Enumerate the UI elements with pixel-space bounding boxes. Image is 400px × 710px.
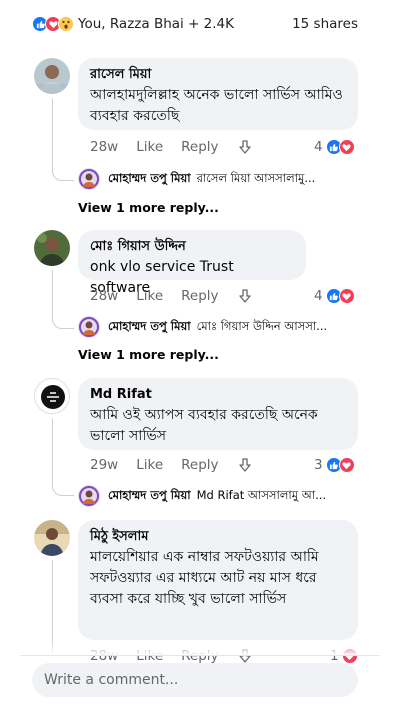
love-icon bbox=[338, 139, 355, 155]
comment-bubble: মোঃ গিয়াস উদ্দিন onk vlo service Trust … bbox=[78, 230, 306, 296]
comment-time[interactable]: 28w bbox=[90, 139, 118, 155]
comment-actions: 28w Like Reply bbox=[90, 288, 271, 304]
love-icon bbox=[338, 288, 355, 304]
thread-line bbox=[52, 165, 74, 181]
reply-preview[interactable]: মোহাম্মদ তপু মিয়া রাসেল মিয়া আসসালামু.… bbox=[78, 168, 368, 190]
avatar[interactable] bbox=[34, 520, 70, 556]
like-button[interactable]: Like bbox=[136, 139, 163, 155]
reactions-summary[interactable]: You, Razza Bhai + 2.4K bbox=[32, 16, 234, 32]
comment-author[interactable]: মোঃ গিয়াস উদ্দিন bbox=[90, 238, 294, 255]
reaction-icons bbox=[32, 16, 74, 32]
reply-author: মোহাম্মদ তপু মিয়া bbox=[108, 487, 191, 502]
view-more-replies-link[interactable]: View 1 more reply... bbox=[78, 200, 219, 215]
reply-preview[interactable]: মোহাম্মদ তপু মিয়া মোঃ গিয়াস উদ্দিন আসস… bbox=[78, 316, 368, 338]
comment-time[interactable]: 28w bbox=[90, 288, 118, 304]
share-icon[interactable] bbox=[237, 457, 253, 473]
comment-actions: 29w Like Reply bbox=[90, 457, 271, 473]
comment-text: মালয়েশিয়ার এক নাম্বার সফটওয়্যার আমি স… bbox=[90, 549, 319, 607]
reply-snippet: Md Rifat আসসালামু আ... bbox=[196, 487, 327, 502]
reply-button[interactable]: Reply bbox=[181, 457, 218, 473]
thread-line bbox=[52, 482, 74, 496]
share-icon[interactable] bbox=[237, 288, 253, 304]
avatar[interactable] bbox=[34, 230, 70, 266]
reply-button[interactable]: Reply bbox=[181, 139, 218, 155]
post-reactions-bar: You, Razza Bhai + 2.4K 15 shares bbox=[0, 0, 400, 48]
comment-text: আমি ওই অ্যাপস ব্যবহার করতেছি অনেক ভালো স… bbox=[90, 407, 318, 444]
comment-author[interactable]: Md Rifat bbox=[90, 386, 346, 403]
reply-author: মোহাম্মদ তপু মিয়া bbox=[108, 170, 191, 185]
reaction-count: 4 bbox=[314, 139, 323, 155]
view-more-replies-link[interactable]: View 1 more reply... bbox=[78, 347, 219, 362]
thread-line bbox=[52, 98, 53, 173]
avatar bbox=[78, 168, 100, 190]
comment-input[interactable]: Write a comment... bbox=[32, 663, 358, 697]
reaction-summary-text: You, Razza Bhai + 2.4K bbox=[78, 16, 235, 32]
comment-author[interactable]: মিঠু ইসলাম bbox=[90, 528, 346, 545]
composer-divider bbox=[20, 655, 380, 656]
avatar bbox=[78, 316, 100, 338]
comment-bubble: Md Rifat আমি ওই অ্যাপস ব্যবহার করতেছি অন… bbox=[78, 378, 358, 450]
reply-preview[interactable]: মোহাম্মদ তপু মিয়া Md Rifat আসসালামু আ..… bbox=[78, 485, 368, 507]
comment-author[interactable]: রাসেল মিয়া bbox=[90, 66, 346, 83]
comment-bubble: রাসেল মিয়া আলহামদুলিল্লাহ অনেক ভালো সার… bbox=[78, 58, 358, 130]
avatar[interactable] bbox=[34, 58, 70, 94]
avatar bbox=[78, 485, 100, 507]
comment-input-placeholder: Write a comment... bbox=[44, 672, 179, 688]
reaction-count: 3 bbox=[314, 457, 323, 473]
wow-icon bbox=[58, 16, 74, 32]
comment-time[interactable]: 29w bbox=[90, 457, 118, 473]
comment-bubble: মিঠু ইসলাম মালয়েশিয়ার এক নাম্বার সফটওয… bbox=[78, 520, 358, 640]
thread-line bbox=[52, 315, 74, 329]
scroll-fade bbox=[0, 640, 400, 656]
comment-reactions[interactable]: 4 bbox=[314, 139, 355, 155]
share-icon[interactable] bbox=[237, 139, 253, 155]
comment-reactions[interactable]: 4 bbox=[314, 288, 355, 304]
reply-snippet: রাসেল মিয়া আসসালামু... bbox=[196, 170, 316, 185]
comment-reactions[interactable]: 3 bbox=[314, 457, 355, 473]
love-icon bbox=[338, 457, 355, 473]
reply-snippet: মোঃ গিয়াস উদ্দিন আসসা... bbox=[196, 318, 328, 333]
comment-actions: 28w Like Reply bbox=[90, 139, 271, 155]
shares-count[interactable]: 15 shares bbox=[292, 16, 358, 32]
like-button[interactable]: Like bbox=[136, 288, 163, 304]
comment-text: আলহামদুলিল্লাহ অনেক ভালো সার্ভিস আমিও ব্… bbox=[90, 87, 343, 124]
reply-button[interactable]: Reply bbox=[181, 288, 218, 304]
avatar[interactable] bbox=[34, 378, 70, 414]
reply-author: মোহাম্মদ তপু মিয়া bbox=[108, 318, 191, 333]
thread-line bbox=[52, 418, 53, 488]
reaction-count: 4 bbox=[314, 288, 323, 304]
like-button[interactable]: Like bbox=[136, 457, 163, 473]
